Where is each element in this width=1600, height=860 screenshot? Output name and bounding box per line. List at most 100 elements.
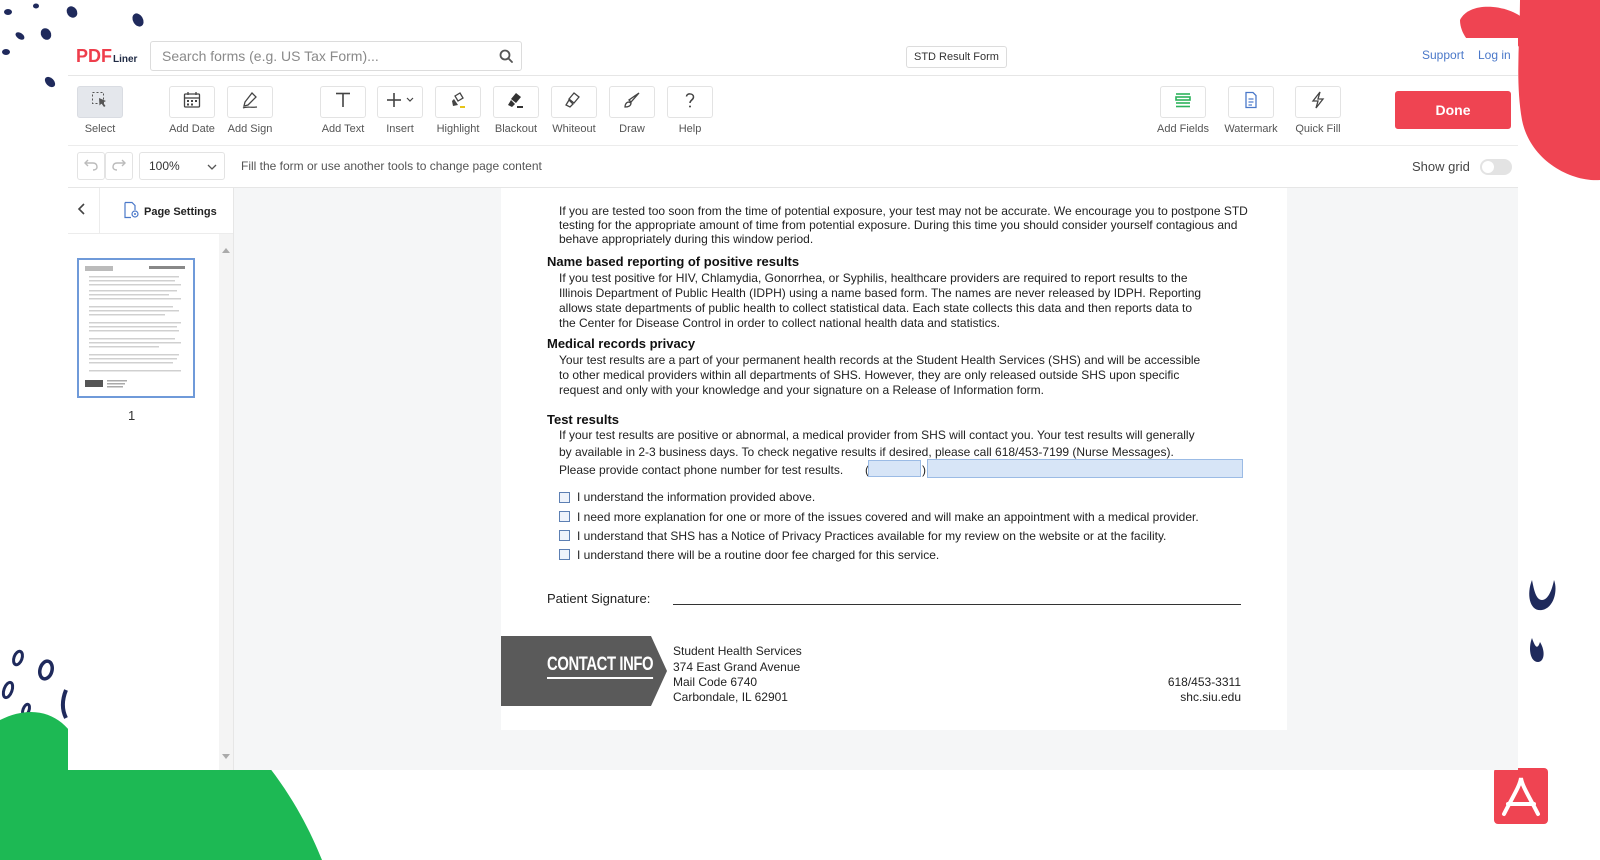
tool-add-date[interactable]: Add Date <box>164 86 220 135</box>
document-page: If you are tested too soon from the time… <box>501 188 1287 730</box>
tool-label: Help <box>678 123 702 135</box>
page-settings-icon <box>122 201 140 222</box>
tool-add-text[interactable]: Add Text <box>315 86 371 135</box>
page-sidebar: Page Settings 1 <box>68 188 234 770</box>
search-icon[interactable] <box>491 49 521 63</box>
tool-whiteout[interactable]: Whiteout <box>546 86 602 135</box>
checkbox-label: I understand that SHS has a Notice of Pr… <box>577 529 1167 543</box>
zoom-select[interactable]: 100% <box>139 152 225 180</box>
eraser-icon <box>565 91 583 114</box>
section-line: request and only with your knowledge and… <box>559 383 1044 397</box>
checkbox-label: I understand the information provided ab… <box>577 490 816 504</box>
tool-blackout[interactable]: Blackout <box>488 86 544 135</box>
intro-line: behave appropriately during this window … <box>559 232 814 246</box>
tool-add-sign[interactable]: Add Sign <box>222 86 278 135</box>
show-grid-label: Show grid <box>1412 159 1470 174</box>
section-heading: Name based reporting of positive results <box>547 254 800 269</box>
phone-area-code-field[interactable] <box>868 460 921 477</box>
pen-sign-icon <box>241 91 259 114</box>
show-grid-toggle[interactable] <box>1480 159 1512 175</box>
tool-label: Quick Fill <box>1295 123 1341 135</box>
section-line: If you test positive for HIV, Chlamydia,… <box>559 271 1188 285</box>
tool-help[interactable]: Help <box>662 86 718 135</box>
page-thumbnail[interactable] <box>77 258 195 398</box>
checkbox-need-explanation[interactable] <box>559 511 570 522</box>
section-line: Illinois Department of Public Health (ID… <box>559 286 1202 300</box>
tool-label: Add Fields <box>1157 123 1209 135</box>
contact-address-line: Student Health Services <box>673 644 802 658</box>
tool-highlight[interactable]: Highlight <box>430 86 486 135</box>
contact-info-title: CONTACT INFO <box>547 653 654 679</box>
undo-button[interactable] <box>77 152 105 180</box>
tool-label: Highlight <box>436 123 480 135</box>
tool-label: Add Date <box>169 123 215 135</box>
section-heading: Test results <box>547 412 620 427</box>
page-thumbnail-preview <box>85 266 185 388</box>
tool-label: Add Sign <box>227 123 273 135</box>
sidebar-divider <box>99 188 100 234</box>
tool-label: Draw <box>619 123 645 135</box>
toolbar-hint: Fill the form or use another tools to ch… <box>241 159 542 173</box>
contact-info-arrow <box>651 636 667 706</box>
page-number: 1 <box>128 408 136 423</box>
phone-prompt: Please provide contact phone number for … <box>559 463 844 477</box>
tool-watermark[interactable]: Watermark <box>1223 86 1279 135</box>
brush-icon <box>623 91 641 114</box>
tool-label: Whiteout <box>552 123 596 135</box>
tool-label: Add Text <box>321 123 365 135</box>
tool-select[interactable]: Select <box>72 86 128 135</box>
logo-main-text: PDF <box>76 46 112 66</box>
checkbox-label: I understand there will be a routine doo… <box>577 548 940 562</box>
tool-insert[interactable]: Insert <box>372 86 428 135</box>
blackout-icon <box>507 91 525 114</box>
section-line: by available in 2-3 business days. To ch… <box>559 445 1174 459</box>
document-title[interactable]: STD Result Form <box>906 46 1007 68</box>
tool-draw[interactable]: Draw <box>604 86 660 135</box>
tool-label: Select <box>84 123 116 135</box>
editing-toolbar: Select Add Date Add Sign Add Text Insert… <box>68 76 1518 146</box>
sidebar-scrollbar[interactable] <box>219 234 233 770</box>
signature-line[interactable] <box>673 604 1241 605</box>
contact-address-line: 374 East Grand Avenue <box>673 660 801 674</box>
tool-quick-fill[interactable]: Quick Fill <box>1290 86 1346 135</box>
sidebar-header: Page Settings <box>68 188 233 234</box>
checkbox-door-fee[interactable] <box>559 549 570 560</box>
plus-icon <box>385 91 415 114</box>
done-button[interactable]: Done <box>1395 91 1511 129</box>
page-settings-button[interactable]: Page Settings <box>122 201 217 222</box>
phone-number-field[interactable] <box>927 459 1243 478</box>
cursor-icon <box>91 91 109 114</box>
question-icon <box>681 91 699 114</box>
checkbox-understand-info[interactable] <box>559 492 570 503</box>
paren-close: ) <box>922 463 926 477</box>
document-workspace: If you are tested too soon from the time… <box>234 188 1518 770</box>
redo-icon <box>112 157 126 176</box>
undo-icon <box>84 157 98 176</box>
pdfliner-badge-icon <box>1494 768 1548 824</box>
tool-add-fields[interactable]: Add Fields <box>1155 86 1211 135</box>
toggle-knob <box>1482 161 1494 173</box>
contact-address-line: Mail Code 6740 <box>673 675 758 689</box>
scroll-down-icon <box>222 746 230 764</box>
tool-label: Watermark <box>1224 123 1278 135</box>
contact-address-line: Carbondale, IL 62901 <box>673 690 788 704</box>
login-link[interactable]: Log in <box>1478 48 1511 62</box>
collapse-sidebar-button[interactable] <box>72 202 90 220</box>
support-link[interactable]: Support <box>1422 48 1464 62</box>
chevron-left-icon <box>77 202 85 220</box>
redo-button[interactable] <box>105 152 133 180</box>
section-line: the Center for Disease Control in order … <box>559 316 1000 330</box>
section-line: to other medical providers within all de… <box>559 368 1180 382</box>
top-header: PDF Liner STD Result Form Support Log in <box>68 38 1518 76</box>
highlighter-icon <box>449 91 467 114</box>
search-input[interactable] <box>151 42 491 70</box>
chevron-down-icon <box>207 159 217 173</box>
tool-label: Insert <box>386 123 414 135</box>
lightning-icon <box>1309 91 1327 114</box>
pdfliner-logo[interactable]: PDF Liner <box>76 46 137 68</box>
watermark-icon <box>1242 91 1260 114</box>
checkbox-label: I need more explanation for one or more … <box>577 510 1199 524</box>
text-icon <box>334 91 352 114</box>
section-heading: Medical records privacy <box>547 336 696 351</box>
checkbox-privacy-notice[interactable] <box>559 530 570 541</box>
